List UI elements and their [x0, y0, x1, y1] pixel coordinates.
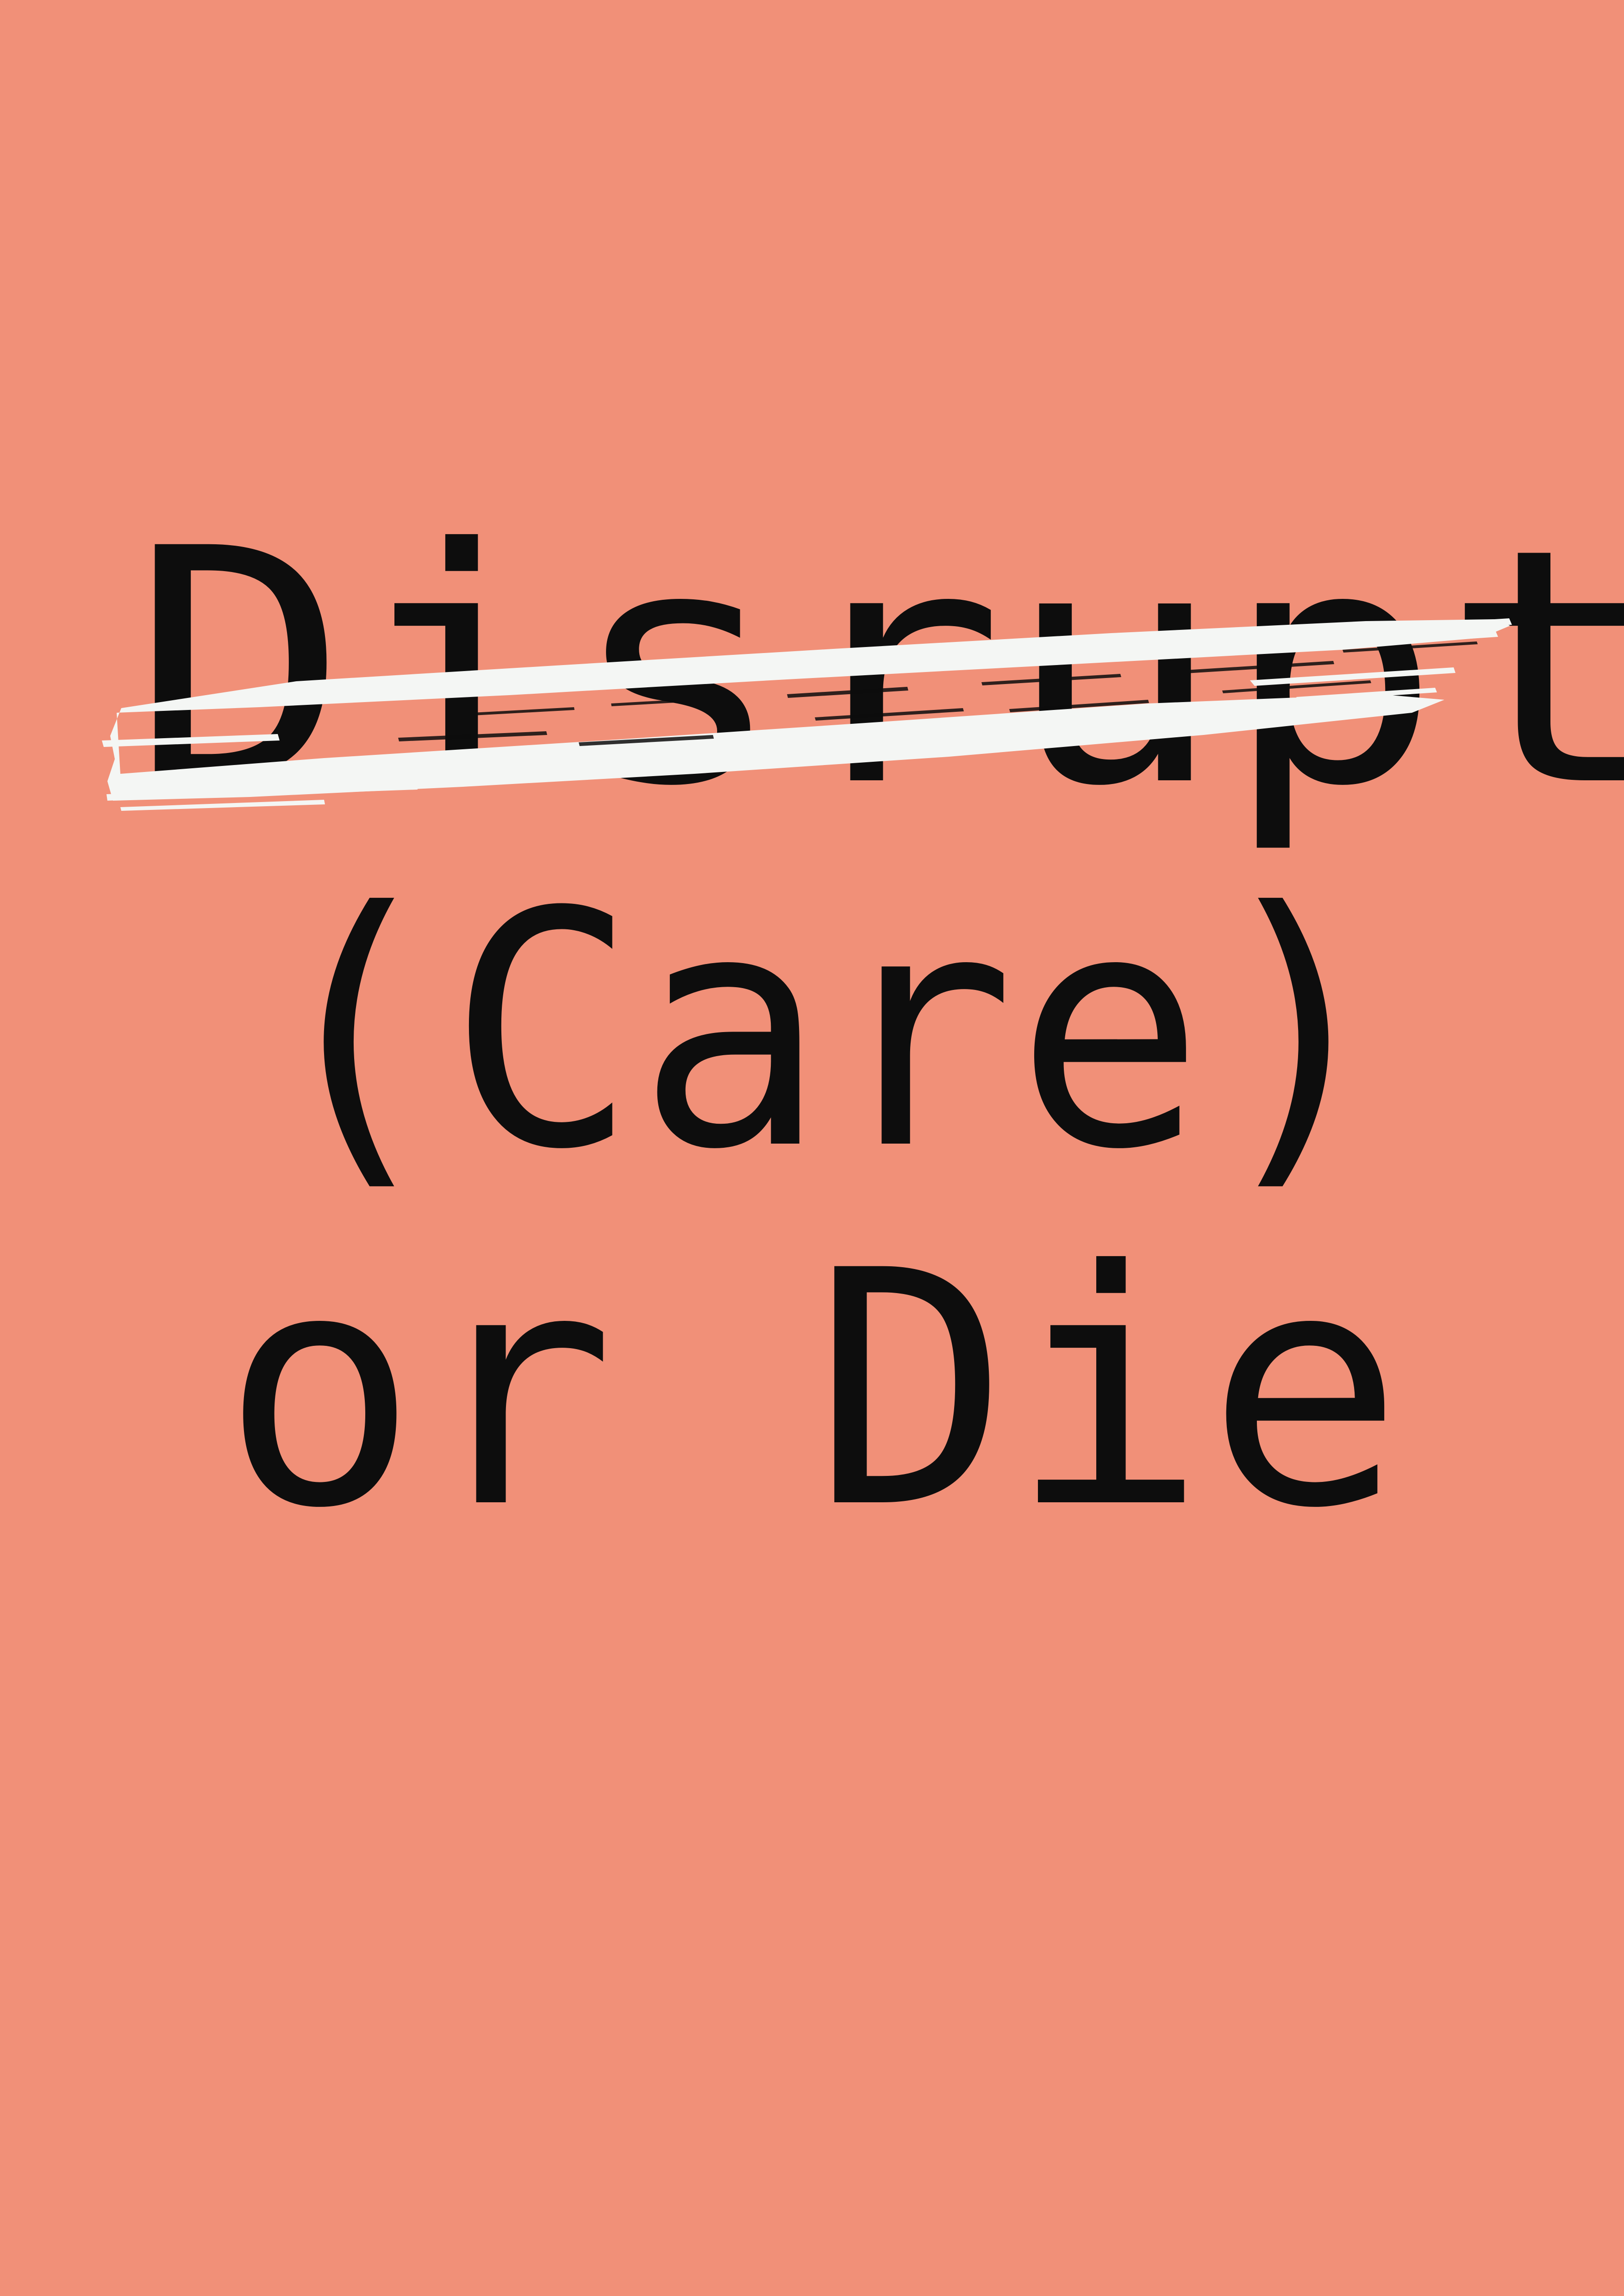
headline-line-or-die: or Die	[221, 1202, 1404, 1579]
headline-line-care: (Care)	[258, 843, 1394, 1220]
poster: Disrupt (Care) or Die	[0, 0, 1624, 2296]
headline-line-disrupt: Disrupt	[131, 480, 1624, 857]
